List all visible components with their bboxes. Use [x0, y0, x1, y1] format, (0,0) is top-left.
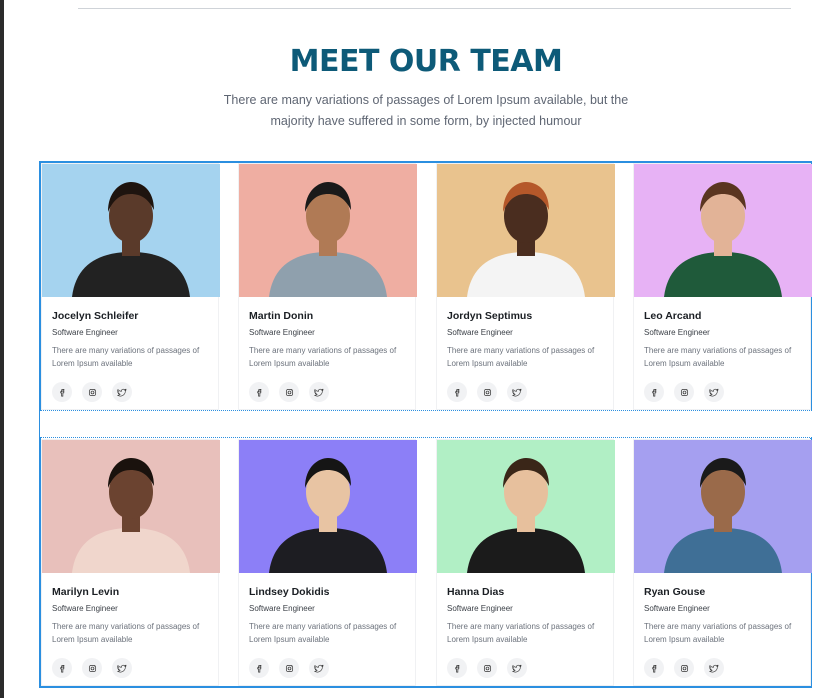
member-description: There are many variations of passages of…	[644, 622, 792, 644]
member-photo	[437, 164, 615, 297]
member-photo	[42, 164, 220, 297]
member-role: Software Engineer	[644, 604, 710, 613]
member-name: Ryan Gouse	[644, 586, 706, 598]
instagram-icon[interactable]	[674, 382, 694, 402]
member-name: Jocelyn Schleifer	[52, 310, 139, 322]
row-gap-selection	[40, 410, 812, 438]
team-card: Marilyn Levin Software Engineer There are …	[41, 439, 220, 686]
member-photo	[239, 440, 417, 573]
member-photo	[634, 164, 812, 297]
member-role: Software Engineer	[447, 328, 513, 337]
member-photo	[42, 440, 220, 573]
facebook-icon[interactable]	[52, 382, 72, 402]
member-description: There are many variations of passages of…	[249, 346, 397, 368]
member-description: There are many variations of passages of…	[447, 622, 595, 644]
member-description: There are many variations of passages of…	[52, 622, 200, 644]
member-photo	[437, 440, 615, 573]
member-role: Software Engineer	[644, 328, 710, 337]
instagram-icon[interactable]	[279, 658, 299, 678]
member-description: There are many variations of passages of…	[644, 346, 792, 368]
member-role: Software Engineer	[249, 604, 315, 613]
team-card: Martin Donin Software Engineer There are m…	[238, 163, 417, 410]
twitter-icon[interactable]	[507, 382, 527, 402]
facebook-icon[interactable]	[644, 382, 664, 402]
member-name: Leo Arcand	[644, 310, 702, 322]
twitter-icon[interactable]	[507, 658, 527, 678]
facebook-icon[interactable]	[447, 658, 467, 678]
instagram-icon[interactable]	[477, 382, 497, 402]
instagram-icon[interactable]	[279, 382, 299, 402]
instagram-icon[interactable]	[674, 658, 694, 678]
member-name: Lindsey Dokidis	[249, 586, 330, 598]
member-description: There are many variations of passages of…	[249, 622, 397, 644]
facebook-icon[interactable]	[249, 658, 269, 678]
section-subtitle: There are many variations of passages of…	[223, 93, 629, 128]
instagram-icon[interactable]	[82, 382, 102, 402]
team-card: Jocelyn Schleifer Software Engineer There …	[41, 163, 220, 410]
member-name: Martin Donin	[249, 310, 314, 322]
member-photo	[239, 164, 417, 297]
facebook-icon[interactable]	[52, 658, 72, 678]
member-role: Software Engineer	[447, 604, 513, 613]
member-name: Jordyn Septimus	[447, 310, 533, 322]
window-edge	[0, 0, 4, 698]
facebook-icon[interactable]	[447, 382, 467, 402]
twitter-icon[interactable]	[704, 658, 724, 678]
member-role: Software Engineer	[52, 604, 118, 613]
member-name: Marilyn Levin	[52, 586, 120, 598]
member-photo	[634, 440, 812, 573]
team-card: Lindsey Dokidis Software Engineer There ar…	[238, 439, 417, 686]
twitter-icon[interactable]	[309, 382, 329, 402]
team-card: Leo Arcand Software Engineer There are man…	[633, 163, 812, 410]
twitter-icon[interactable]	[704, 382, 724, 402]
instagram-icon[interactable]	[477, 658, 497, 678]
member-description: There are many variations of passages of…	[447, 346, 595, 368]
team-card: Jordyn Septimus Software Engineer There ar…	[436, 163, 615, 410]
facebook-icon[interactable]	[249, 382, 269, 402]
twitter-icon[interactable]	[112, 658, 132, 678]
section-title: MEET OUR TEAM	[289, 44, 563, 79]
member-role: Software Engineer	[249, 328, 315, 337]
facebook-icon[interactable]	[644, 658, 664, 678]
twitter-icon[interactable]	[112, 382, 132, 402]
member-name: Hanna Dias	[447, 586, 505, 598]
instagram-icon[interactable]	[82, 658, 102, 678]
member-description: There are many variations of passages of…	[52, 346, 200, 368]
member-role: Software Engineer	[52, 328, 118, 337]
team-card: Hanna Dias Software Engineer There are man…	[436, 439, 615, 686]
divider	[78, 8, 791, 9]
team-card: Ryan Gouse Software Engineer There are man…	[633, 439, 812, 686]
twitter-icon[interactable]	[309, 658, 329, 678]
